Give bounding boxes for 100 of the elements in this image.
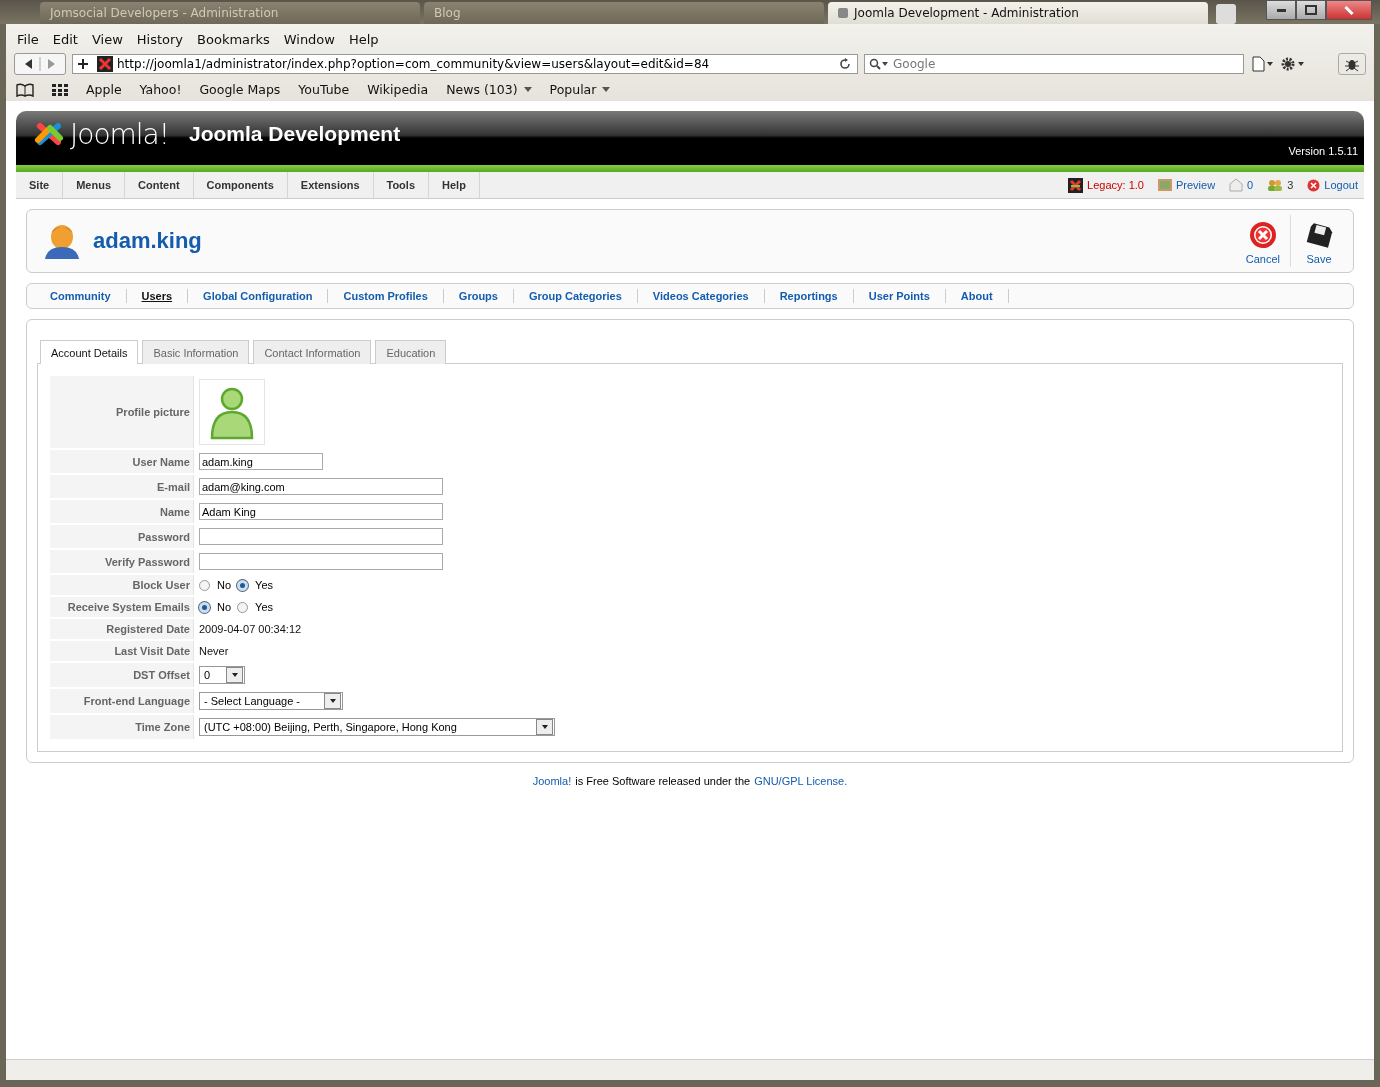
submenu-link[interactable]: Groups — [443, 289, 514, 303]
menu-item[interactable]: Edit — [45, 32, 85, 47]
page-title: adam.king — [93, 228, 202, 254]
field-label: E-mail — [50, 475, 194, 498]
messages-count[interactable]: 0 — [1247, 179, 1254, 191]
site-icon — [97, 56, 113, 72]
radio-label: Yes — [255, 579, 273, 591]
radio-label: No — [217, 579, 232, 591]
text-input[interactable] — [199, 528, 443, 545]
field-label: DST Offset — [50, 663, 194, 687]
select-field[interactable]: (UTC +08:00) Beijing, Perth, Singapore, Hong Kong — [199, 718, 555, 736]
submenu-link[interactable]: Videos Categories — [637, 289, 765, 303]
submenu-link[interactable]: Community — [35, 289, 127, 303]
radio-label: Yes — [255, 601, 273, 613]
submenu-link[interactable]: Group Categories — [513, 289, 638, 303]
field-label: Receive System Emails — [50, 597, 194, 617]
menu-item[interactable]: File — [10, 32, 46, 47]
field-label: Block User — [50, 575, 194, 595]
footer-link[interactable]: Joomla! — [532, 775, 572, 787]
menu-item[interactable]: Window — [276, 32, 342, 47]
radio-button[interactable] — [237, 601, 249, 613]
logo-text: Joomla! — [70, 117, 169, 151]
bookmark-link[interactable]: Google Maps — [199, 82, 281, 97]
maximize-icon[interactable] — [1296, 0, 1326, 20]
menu-item[interactable]: Help — [341, 32, 386, 47]
field-label: Last Visit Date — [50, 641, 194, 661]
preview-link[interactable]: Preview — [1175, 179, 1216, 191]
book-icon[interactable] — [16, 82, 34, 97]
logout-link[interactable]: Logout — [1324, 179, 1358, 191]
field-value: Never — [199, 645, 229, 657]
bookmark-link[interactable]: Wikipedia — [367, 82, 429, 97]
reload-icon[interactable] — [839, 58, 851, 70]
submenu-link[interactable]: About — [945, 289, 1009, 303]
admin-menu-item[interactable]: Site — [16, 172, 64, 198]
field-label: Time Zone — [50, 715, 194, 739]
avatar-icon — [199, 379, 265, 445]
field-label: User Name — [50, 450, 194, 473]
save-button[interactable]: Save — [1290, 215, 1343, 267]
footer-link[interactable]: GNU/GPL License. — [754, 775, 848, 787]
form-tab[interactable]: Account Details — [40, 340, 139, 364]
footer-text: is Free Software released under the — [575, 775, 751, 787]
minimize-icon[interactable] — [1266, 0, 1296, 20]
version-label: Version 1.5.11 — [1288, 145, 1358, 157]
text-input[interactable]: adam.king — [199, 453, 323, 470]
form-tab[interactable]: Basic Information — [142, 340, 250, 364]
field-value: 2009-04-07 00:34:12 — [199, 623, 302, 635]
logout-icon — [1307, 178, 1321, 192]
back-forward-buttons[interactable] — [14, 53, 66, 75]
address-field[interactable]: http://joomla1/administrator/index.php?option=com_community&view=users&layout=edit&id=84 — [72, 54, 858, 74]
submenu-link[interactable]: Reportings — [764, 289, 854, 303]
submenu-link[interactable]: Users — [126, 289, 189, 303]
text-input[interactable]: adam@king.com — [199, 478, 443, 495]
bookmark-link[interactable]: Apple — [86, 82, 122, 97]
field-label: Profile picture — [50, 376, 194, 448]
text-input[interactable]: Adam King — [199, 503, 443, 520]
legacy-icon — [1068, 177, 1084, 193]
preview-icon — [1157, 179, 1172, 191]
admin-menu-item[interactable]: Components — [193, 172, 288, 198]
cancel-icon — [1248, 221, 1277, 249]
submenu-link[interactable]: Custom Profiles — [328, 289, 444, 303]
users-icon — [1267, 179, 1284, 191]
submenu-link[interactable]: User Points — [853, 289, 946, 303]
admin-menu-item[interactable]: Extensions — [287, 172, 374, 198]
menu-item[interactable]: History — [129, 32, 191, 47]
bug-icon[interactable] — [1338, 53, 1366, 75]
field-label: Password — [50, 525, 194, 548]
menu-item[interactable]: View — [84, 32, 130, 47]
bookmark-menu[interactable]: News (103) — [446, 82, 532, 97]
bookmark-link[interactable]: YouTube — [298, 82, 350, 97]
admin-menu-item[interactable]: Menus — [63, 172, 126, 198]
users-count: 3 — [1287, 179, 1294, 191]
grid-icon[interactable] — [52, 83, 68, 96]
admin-menu-item[interactable]: Help — [429, 172, 480, 198]
gear-icon[interactable] — [1280, 56, 1306, 72]
bookmark-menu[interactable]: Popular — [549, 82, 611, 97]
site-title: Joomla Development — [188, 122, 401, 146]
field-label: Name — [50, 500, 194, 523]
field-label: Registered Date — [50, 619, 194, 639]
field-label: Verify Password — [50, 550, 194, 573]
search-input[interactable]: Google — [893, 57, 1239, 71]
form-tab[interactable]: Contact Information — [253, 340, 372, 364]
radio-button[interactable] — [199, 579, 210, 591]
select-field[interactable]: 0 — [199, 666, 245, 684]
cancel-button[interactable]: Cancel — [1235, 215, 1290, 267]
search-field[interactable]: Google — [864, 54, 1244, 74]
admin-menu-item[interactable]: Tools — [373, 172, 429, 198]
text-input[interactable] — [199, 553, 443, 570]
submenu-link[interactable]: Global Configuration — [188, 289, 329, 303]
user-icon — [43, 223, 81, 259]
field-label: Front-end Language — [50, 689, 194, 713]
form-tab[interactable]: Education — [375, 340, 447, 364]
search-icon[interactable] — [869, 58, 889, 70]
legacy-label: Legacy: 1.0 — [1087, 179, 1144, 191]
browser-tab[interactable]: Joomla Development - Administration — [828, 2, 1208, 24]
menu-item[interactable]: Bookmarks — [190, 32, 277, 47]
admin-menu-item[interactable]: Content — [125, 172, 194, 198]
radio-label: No — [217, 601, 232, 613]
select-field[interactable]: - Select Language - — [199, 692, 343, 710]
bookmark-link[interactable]: Yahoo! — [139, 82, 182, 97]
page-icon[interactable] — [1250, 56, 1274, 72]
